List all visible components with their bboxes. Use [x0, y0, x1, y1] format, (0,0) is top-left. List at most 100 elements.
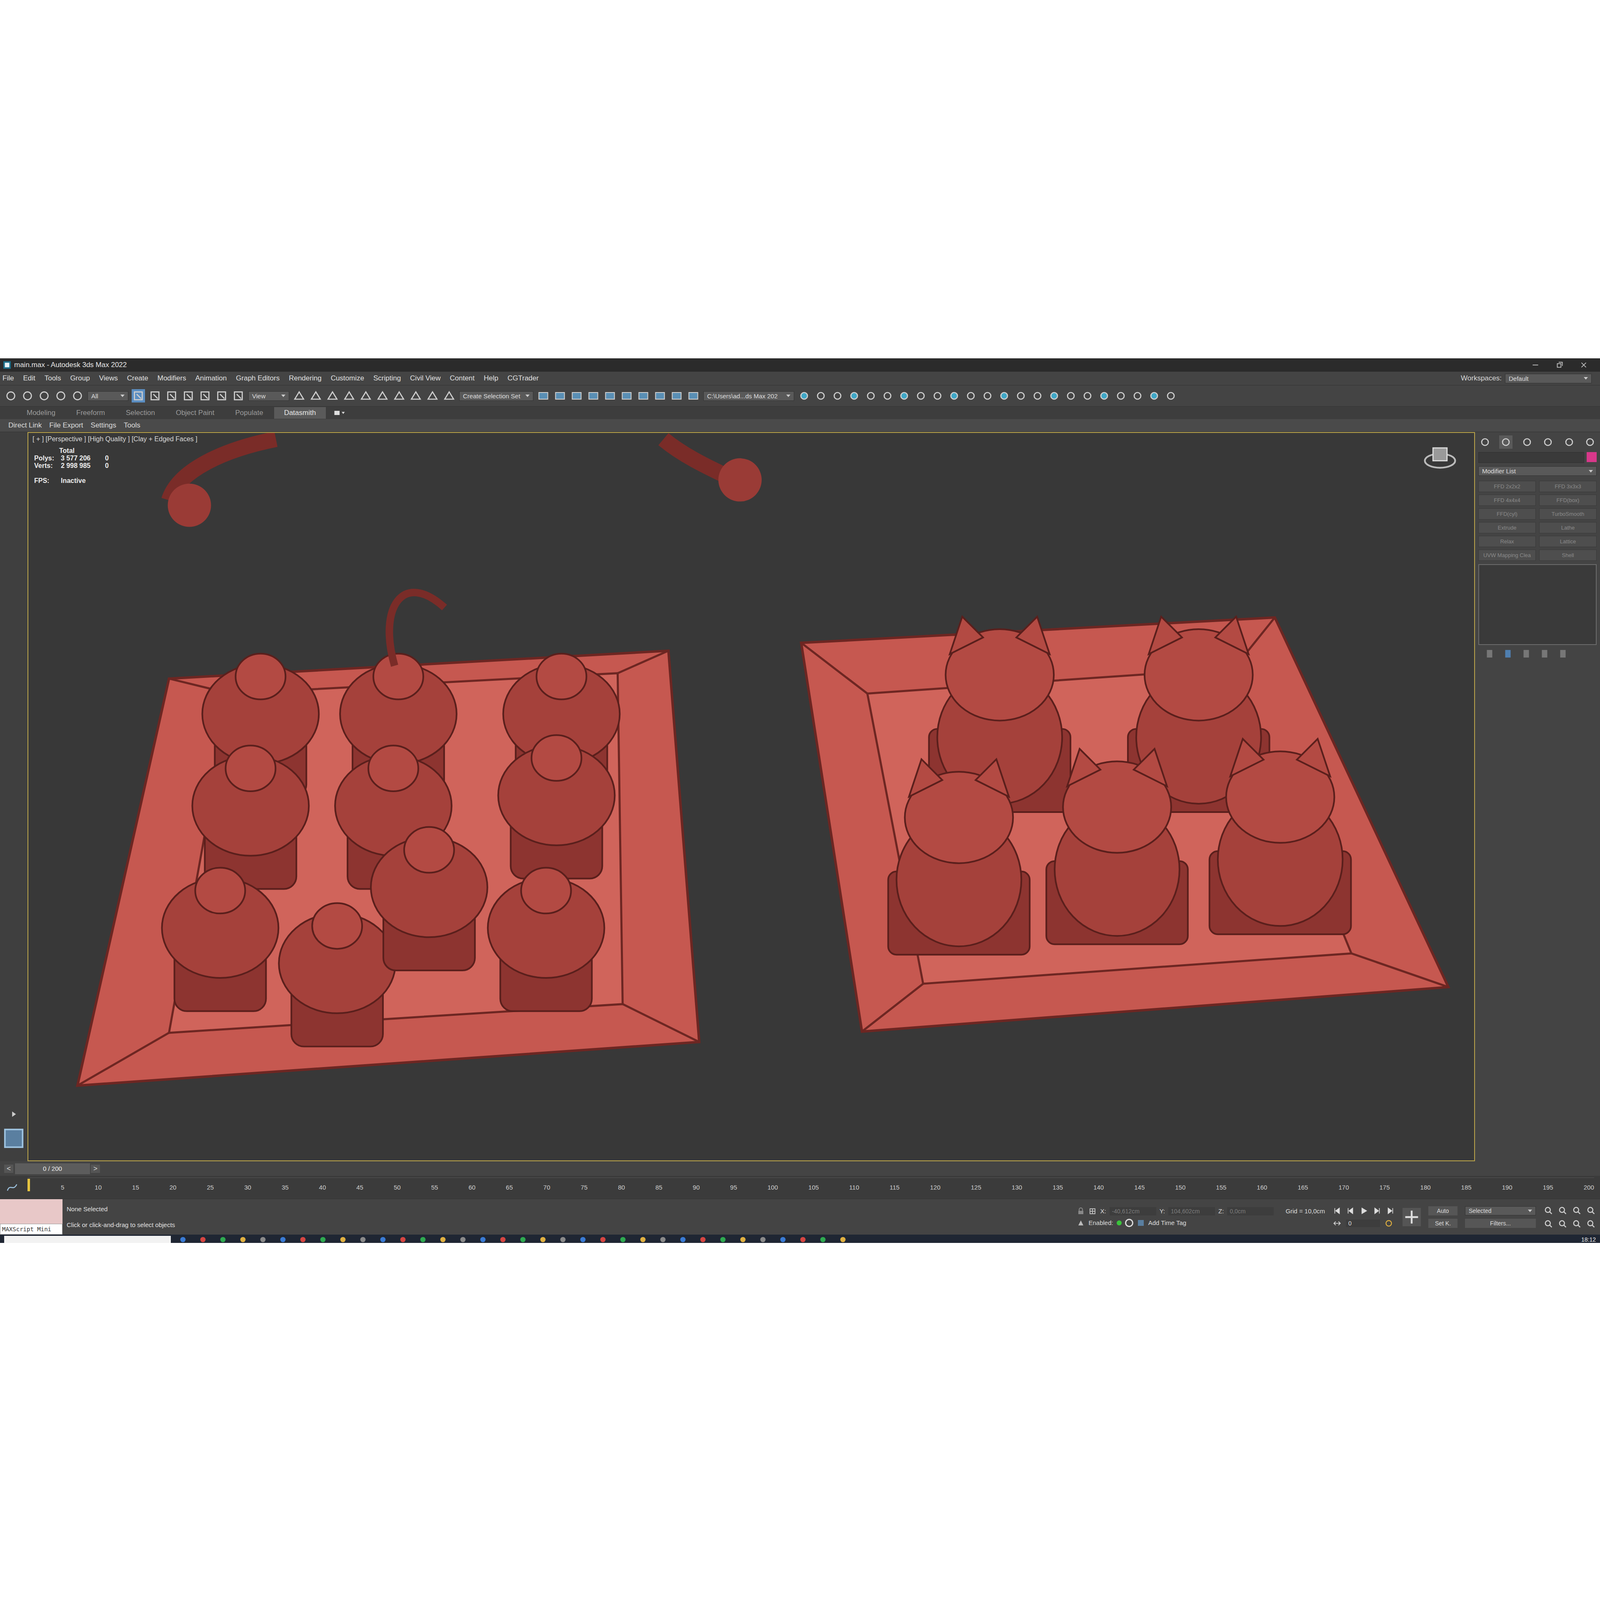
tool-icon[interactable]: [570, 389, 584, 403]
modifier-button[interactable]: Shell: [1539, 549, 1597, 561]
taskbar-app-icon[interactable]: [619, 1235, 627, 1244]
taskbar-app-icon[interactable]: [639, 1235, 647, 1244]
tool-icon[interactable]: [553, 389, 567, 403]
maxscript-mini-listener[interactable]: MAXScript Mini: [0, 1223, 63, 1235]
tool-icon[interactable]: [1130, 389, 1145, 403]
taskbar-app-icon[interactable]: [339, 1235, 347, 1244]
navigation-icon[interactable]: [1557, 1205, 1568, 1216]
restore-icon[interactable]: [1555, 360, 1565, 370]
taskbar-app-icon[interactable]: [759, 1235, 767, 1244]
lock-icon[interactable]: [1076, 1207, 1085, 1216]
taskbar-app-icon[interactable]: [459, 1235, 467, 1244]
tool-icon[interactable]: [392, 389, 406, 403]
menu-item[interactable]: Scripting: [373, 374, 401, 383]
navigation-icon[interactable]: [1571, 1218, 1582, 1229]
taskbar-app-icon[interactable]: [539, 1235, 547, 1244]
taskbar-app-icon[interactable]: [739, 1235, 747, 1244]
menu-item[interactable]: Edit: [22, 374, 35, 383]
tool-icon[interactable]: [930, 389, 945, 403]
taskbar-app-icon[interactable]: [839, 1235, 847, 1244]
tool-icon[interactable]: [359, 389, 373, 403]
ribbon-tab[interactable]: Object Paint: [165, 407, 225, 419]
tool-icon[interactable]: [292, 389, 306, 403]
tool-icon[interactable]: [309, 389, 323, 403]
navigation-icon[interactable]: [1543, 1205, 1554, 1216]
tool-icon[interactable]: [1064, 389, 1078, 403]
tool-icon[interactable]: [1147, 389, 1161, 403]
tool-icon[interactable]: [603, 389, 617, 403]
tool-icon[interactable]: [1080, 389, 1095, 403]
tool-icon[interactable]: [54, 389, 68, 403]
time-slider[interactable]: < 0 / 200 >: [4, 1163, 100, 1175]
project-path-dropdown[interactable]: C:\Users\ad...ds Max 202: [703, 391, 795, 401]
tool-icon[interactable]: [997, 389, 1011, 403]
expand-icon[interactable]: [8, 1108, 20, 1120]
object-name-field[interactable]: [1478, 452, 1585, 463]
key-filters-button[interactable]: Filters...: [1465, 1218, 1536, 1228]
track-bar[interactable]: 5101520253035404550556065707580859095100…: [0, 1175, 1600, 1199]
minimize-icon[interactable]: [1530, 360, 1540, 370]
panel-tab-icon[interactable]: [1520, 435, 1534, 449]
modifier-button[interactable]: UVW Mapping Clea: [1478, 549, 1536, 561]
taskbar-app-icon[interactable]: [319, 1235, 327, 1244]
tool-icon[interactable]: [131, 389, 145, 403]
taskbar-app-icon[interactable]: [719, 1235, 727, 1244]
tool-icon[interactable]: [4, 389, 18, 403]
tool-icon[interactable]: [686, 389, 700, 403]
modifier-button[interactable]: FFD 2x2x2: [1478, 480, 1536, 493]
tool-icon[interactable]: [231, 389, 245, 403]
panel-tab-icon[interactable]: [1562, 435, 1576, 449]
curve-editor-icon[interactable]: [5, 1181, 19, 1194]
modifier-button[interactable]: Extrude: [1478, 522, 1536, 534]
selection-set-dropdown[interactable]: Create Selection Set: [459, 391, 534, 401]
tool-icon[interactable]: [1114, 389, 1128, 403]
menu-item[interactable]: Views: [99, 374, 118, 383]
modifier-button[interactable]: Relax: [1478, 535, 1536, 548]
selection-filter-dropdown[interactable]: All: [87, 391, 129, 401]
ribbon-tab[interactable]: Modeling: [16, 407, 66, 419]
key-filter-dropdown[interactable]: Selected: [1465, 1206, 1536, 1216]
object-color-swatch[interactable]: [1586, 452, 1597, 463]
tool-icon[interactable]: [1030, 389, 1045, 403]
tool-icon[interactable]: [1047, 389, 1061, 403]
ribbon-tab[interactable]: Freeform: [66, 407, 115, 419]
playback-control-icon[interactable]: [1385, 1206, 1395, 1216]
modifier-button[interactable]: Lathe: [1539, 522, 1597, 534]
viewport-layout-icon[interactable]: [3, 1127, 25, 1149]
menu-item[interactable]: Tools: [44, 374, 62, 383]
taskbar-app-icon[interactable]: [179, 1235, 187, 1244]
tool-icon[interactable]: [653, 389, 667, 403]
modifier-list-dropdown[interactable]: Modifier List: [1478, 466, 1597, 476]
tool-icon[interactable]: [409, 389, 423, 403]
tool-icon[interactable]: [215, 389, 229, 403]
taskbar-app-icon[interactable]: [479, 1235, 487, 1244]
menu-item[interactable]: Graph Editors: [235, 374, 280, 383]
tool-icon[interactable]: [536, 389, 550, 403]
set-key-icon[interactable]: [1402, 1207, 1421, 1227]
menu-item[interactable]: Customize: [330, 374, 365, 383]
ribbon-tab[interactable]: Datasmith: [274, 407, 327, 419]
viewcube-icon[interactable]: [1422, 442, 1458, 472]
tool-icon[interactable]: [342, 389, 356, 403]
taskbar-app-icon[interactable]: [299, 1235, 307, 1244]
tool-icon[interactable]: [1014, 389, 1028, 403]
navigation-icon[interactable]: [1585, 1218, 1596, 1229]
tool-icon[interactable]: [897, 389, 911, 403]
menu-item[interactable]: Content: [449, 374, 475, 383]
taskbar-app-icon[interactable]: [819, 1235, 827, 1244]
taskbar-app-icon[interactable]: [199, 1235, 207, 1244]
ribbon-button[interactable]: Tools: [123, 421, 141, 430]
taskbar-app-icon[interactable]: [239, 1235, 247, 1244]
tool-icon[interactable]: [620, 389, 634, 403]
panel-tab-icon[interactable]: [1541, 435, 1555, 449]
coordinate-field[interactable]: -40,612cm: [1109, 1207, 1157, 1216]
playback-control-icon[interactable]: [1345, 1206, 1355, 1216]
tool-icon[interactable]: [797, 389, 811, 403]
menu-item[interactable]: Modifiers: [157, 374, 187, 383]
taskbar-search[interactable]: [4, 1235, 171, 1244]
taskbar-app-icon[interactable]: [599, 1235, 607, 1244]
modifier-stack[interactable]: [1478, 564, 1597, 645]
workspace-dropdown[interactable]: Default: [1505, 373, 1592, 384]
taskbar-app-icon[interactable]: [779, 1235, 787, 1244]
menu-item[interactable]: Group: [70, 374, 90, 383]
